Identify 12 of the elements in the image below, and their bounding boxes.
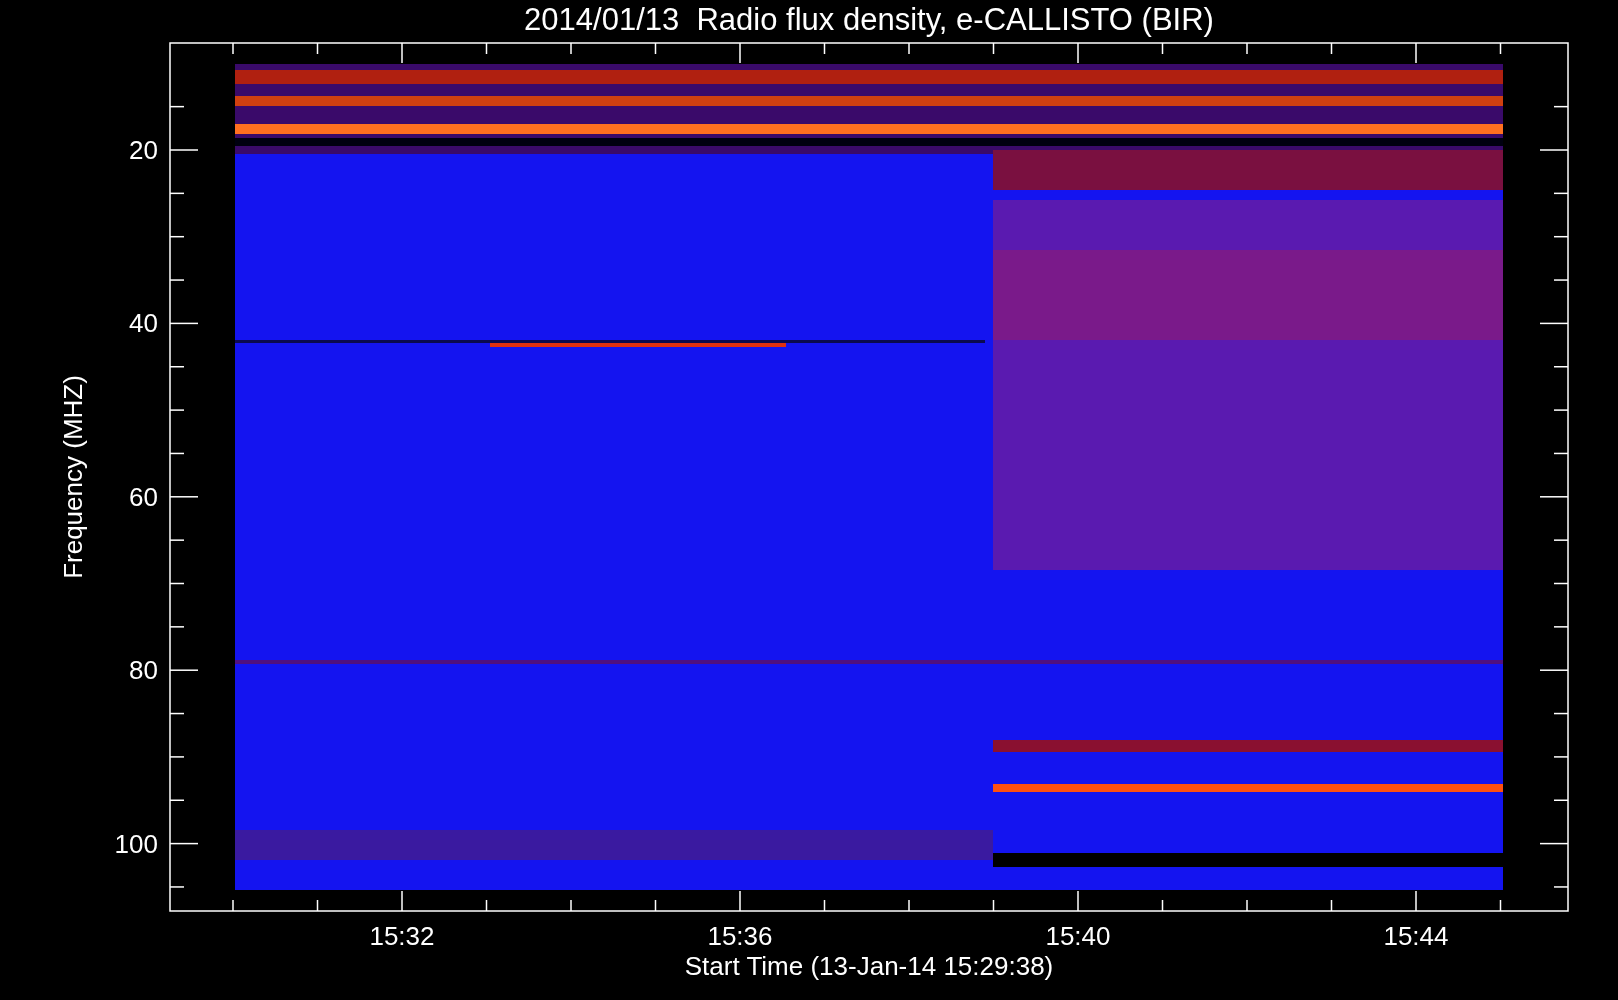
tick-label: 15:40 [1045,921,1111,951]
tick-label: 15:36 [707,921,773,951]
plot-title: 2014/01/13 Radio flux density, e-CALLISTO (BIR) [524,2,1214,37]
tick-label: 60 [129,481,158,512]
axis-title: Frequency (MHZ) [58,375,88,579]
tick-label: 15:32 [369,921,435,951]
axis-title: Start Time (13-Jan-14 15:29:38) [684,951,1054,981]
tick-label: 15:44 [1383,921,1449,951]
tick-label: 20 [129,135,158,165]
tick-label: 80 [129,655,158,686]
tick-label: 40 [129,308,158,339]
tick-label: 100 [114,828,158,859]
